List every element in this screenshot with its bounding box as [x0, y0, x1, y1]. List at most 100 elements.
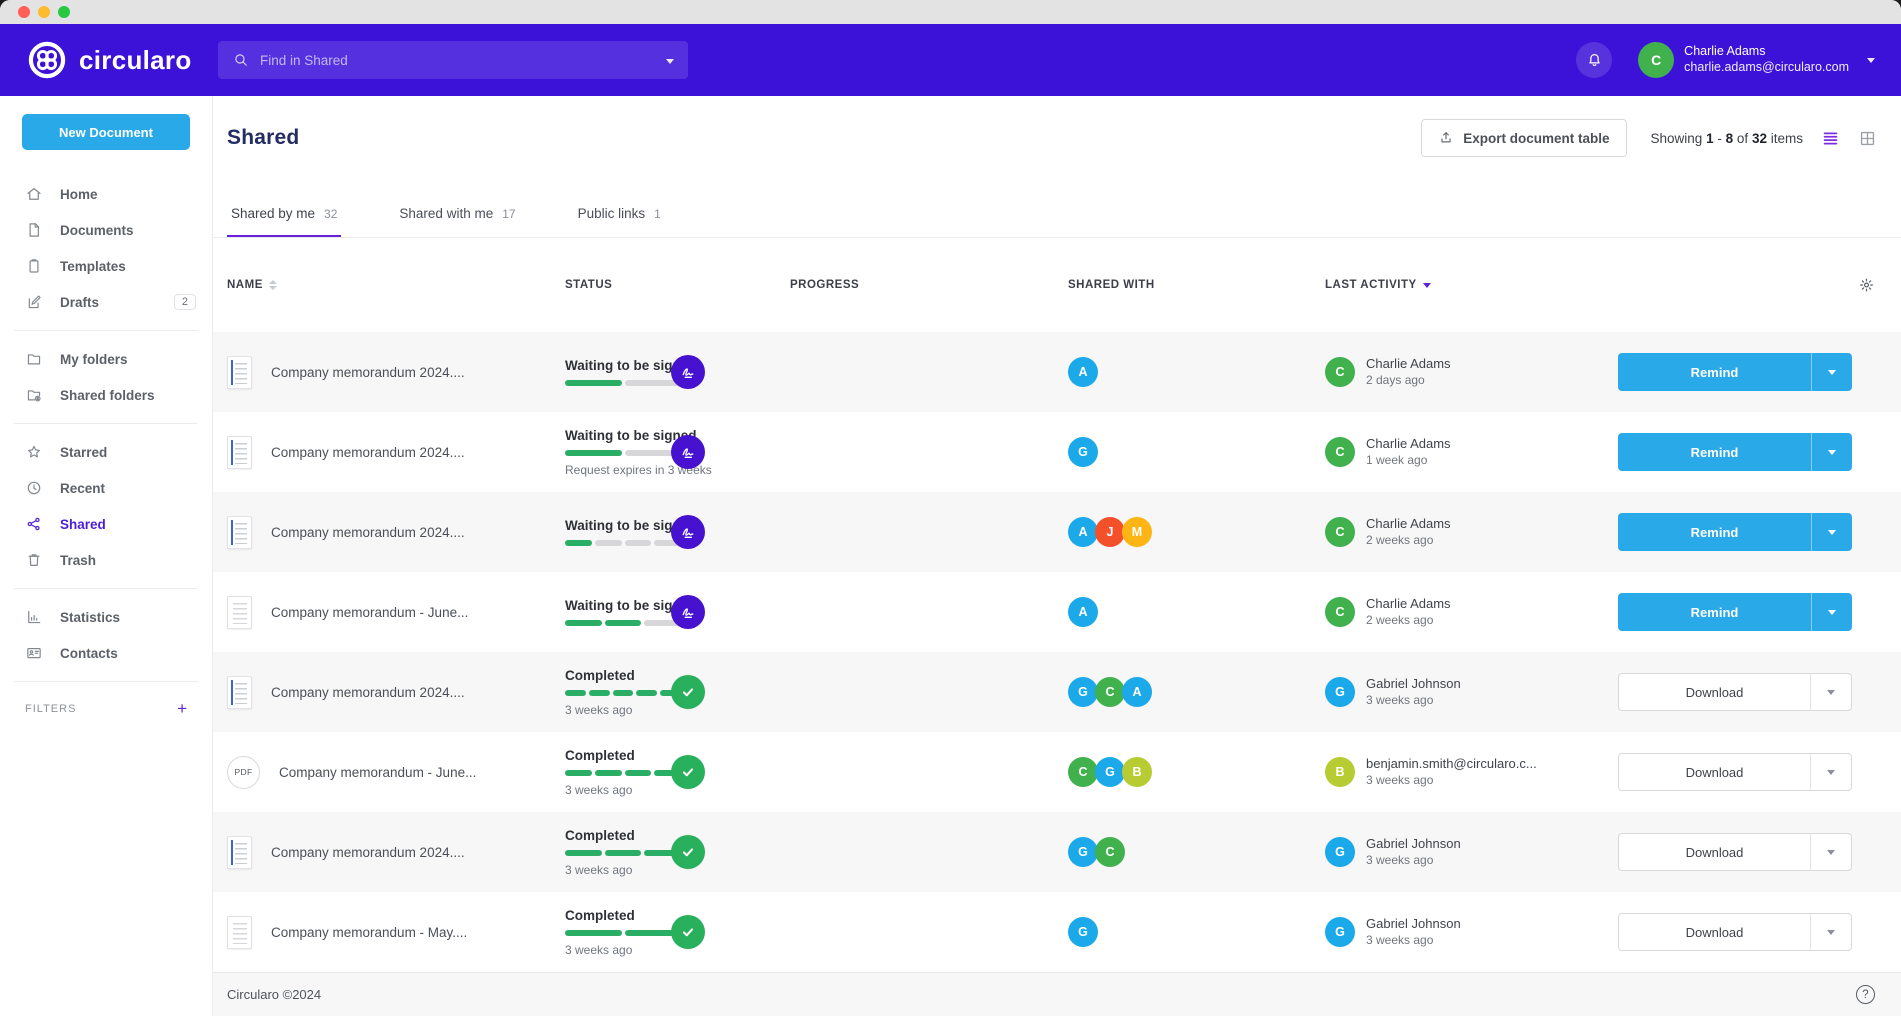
maximize-window-button[interactable] — [58, 6, 70, 18]
table-row[interactable]: Company memorandum - May....Completed3 w… — [213, 892, 1901, 972]
table-row[interactable]: Company memorandum 2024....Waiting to be… — [213, 412, 1901, 492]
copyright-text: Circularo ©2024 — [227, 987, 321, 1002]
close-window-button[interactable] — [18, 6, 30, 18]
tab-shared-with-me[interactable]: Shared with me17 — [395, 206, 519, 237]
action-button-label[interactable]: Remind — [1618, 593, 1811, 631]
action-dropdown-button[interactable] — [1811, 513, 1852, 551]
action-dropdown-button[interactable] — [1811, 353, 1852, 391]
sort-icon[interactable] — [269, 280, 277, 290]
remind-button[interactable]: Remind — [1618, 593, 1852, 631]
table-row[interactable]: PDFCompany memorandum - June...Completed… — [213, 732, 1901, 812]
search-input[interactable] — [260, 53, 666, 68]
sidebar-item-drafts[interactable]: Drafts2 — [0, 284, 212, 320]
action-dropdown-button[interactable] — [1810, 754, 1851, 790]
sidebar-item-shared[interactable]: Shared — [0, 506, 212, 542]
action-button-label[interactable]: Download — [1619, 834, 1810, 870]
last-activity-cell: CCharlie Adams2 weeks ago — [1325, 572, 1605, 652]
column-header-last-activity[interactable]: LAST ACTIVITY — [1325, 279, 1431, 291]
progress-cell — [671, 652, 711, 732]
remind-button[interactable]: Remind — [1618, 433, 1852, 471]
minimize-window-button[interactable] — [38, 6, 50, 18]
table-row[interactable]: Company memorandum 2024....Completed3 we… — [213, 652, 1901, 732]
download-button[interactable]: Download — [1618, 753, 1852, 791]
column-header-shared-with[interactable]: SHARED WITH — [1068, 279, 1155, 291]
action-dropdown-button[interactable] — [1810, 914, 1851, 950]
name-cell[interactable]: Company memorandum 2024.... — [227, 412, 557, 492]
app-logo[interactable]: circularo — [26, 39, 196, 81]
document-thumbnail-icon — [227, 356, 252, 389]
sidebar-item-templates[interactable]: Templates — [0, 248, 212, 284]
activity-user: Charlie Adams — [1366, 596, 1451, 613]
sidebar-item-my-folders[interactable]: My folders — [0, 341, 212, 377]
action-button-label[interactable]: Download — [1619, 754, 1810, 790]
sidebar-divider — [14, 423, 198, 424]
sidebar-item-trash[interactable]: Trash — [0, 542, 212, 578]
sidebar-item-label: Contacts — [60, 646, 118, 661]
search-scope-dropdown-button[interactable] — [666, 51, 674, 69]
table-row[interactable]: Company memorandum - June...Waiting to b… — [213, 572, 1901, 652]
sidebar-item-shared-folders[interactable]: Shared folders — [0, 377, 212, 413]
column-header-progress[interactable]: PROGRESS — [790, 279, 859, 291]
name-cell[interactable]: Company memorandum - May.... — [227, 892, 557, 972]
completed-check-icon — [671, 675, 705, 709]
sidebar-divider — [14, 330, 198, 331]
help-button[interactable]: ? — [1856, 985, 1875, 1004]
name-cell[interactable]: Company memorandum 2024.... — [227, 492, 557, 572]
download-button[interactable]: Download — [1618, 833, 1852, 871]
new-document-button[interactable]: New Document — [22, 114, 190, 150]
global-search[interactable] — [218, 41, 688, 79]
action-button-label[interactable]: Download — [1619, 914, 1810, 950]
avatar: C — [1095, 677, 1125, 707]
sidebar-item-starred[interactable]: Starred — [0, 434, 212, 470]
activity-user: benjamin.smith@circularo.c... — [1366, 756, 1537, 773]
shared-with-cell: CGB — [1068, 732, 1308, 812]
grid-view-button[interactable] — [1858, 129, 1877, 148]
sidebar-item-documents[interactable]: Documents — [0, 212, 212, 248]
action-button-label[interactable]: Remind — [1618, 433, 1811, 471]
download-button[interactable]: Download — [1618, 673, 1852, 711]
user-name: Charlie Adams — [1684, 44, 1849, 60]
name-cell[interactable]: Company memorandum 2024.... — [227, 812, 557, 892]
sidebar-item-statistics[interactable]: Statistics — [0, 599, 212, 635]
remind-button[interactable]: Remind — [1618, 353, 1852, 391]
progress-bar — [565, 620, 681, 626]
name-cell[interactable]: PDFCompany memorandum - June... — [227, 732, 557, 812]
table-row[interactable]: Company memorandum 2024....Waiting to be… — [213, 492, 1901, 572]
export-document-table-button[interactable]: Export document table — [1421, 119, 1626, 157]
activity-user: Charlie Adams — [1366, 436, 1451, 453]
action-dropdown-button[interactable] — [1811, 433, 1852, 471]
download-button[interactable]: Download — [1618, 913, 1852, 951]
sidebar-item-label: Documents — [60, 223, 134, 238]
action-button-label[interactable]: Remind — [1618, 353, 1811, 391]
action-dropdown-button[interactable] — [1811, 593, 1852, 631]
column-header-name[interactable]: NAME — [227, 279, 277, 291]
sidebar-item-contacts[interactable]: Contacts — [0, 635, 212, 671]
notifications-button[interactable] — [1576, 42, 1612, 78]
name-cell[interactable]: Company memorandum - June... — [227, 572, 557, 652]
action-dropdown-button[interactable] — [1810, 674, 1851, 710]
shared-with-cell: GCA — [1068, 652, 1308, 732]
action-button-label[interactable]: Remind — [1618, 513, 1811, 551]
window-titlebar — [0, 0, 1901, 24]
main-content: Shared Export document table Showing 1 -… — [213, 96, 1901, 1016]
list-view-button[interactable] — [1821, 129, 1840, 148]
remind-button[interactable]: Remind — [1618, 513, 1852, 551]
table-settings-gear-icon[interactable] — [1858, 277, 1875, 294]
action-button-label[interactable]: Download — [1619, 674, 1810, 710]
table-row[interactable]: Company memorandum 2024....Completed3 we… — [213, 812, 1901, 892]
tab-shared-by-me[interactable]: Shared by me32 — [227, 206, 341, 237]
avatar: B — [1325, 757, 1355, 787]
sidebar-item-home[interactable]: Home — [0, 176, 212, 212]
table-row[interactable]: Company memorandum 2024....Waiting to be… — [213, 332, 1901, 412]
name-cell[interactable]: Company memorandum 2024.... — [227, 332, 557, 412]
add-filter-button[interactable]: + — [177, 700, 187, 717]
app-header: circularo C Charlie Adams charlie.adams@… — [0, 24, 1901, 96]
activity-time: 2 days ago — [1366, 373, 1451, 389]
sidebar-item-recent[interactable]: Recent — [0, 470, 212, 506]
action-dropdown-button[interactable] — [1810, 834, 1851, 870]
name-cell[interactable]: Company memorandum 2024.... — [227, 652, 557, 732]
tab-public-links[interactable]: Public links1 — [574, 206, 665, 237]
showing-count: Showing 1 - 8 of 32 items — [1651, 131, 1803, 146]
column-header-status[interactable]: STATUS — [565, 279, 612, 291]
user-menu[interactable]: C Charlie Adams charlie.adams@circularo.… — [1638, 42, 1875, 78]
